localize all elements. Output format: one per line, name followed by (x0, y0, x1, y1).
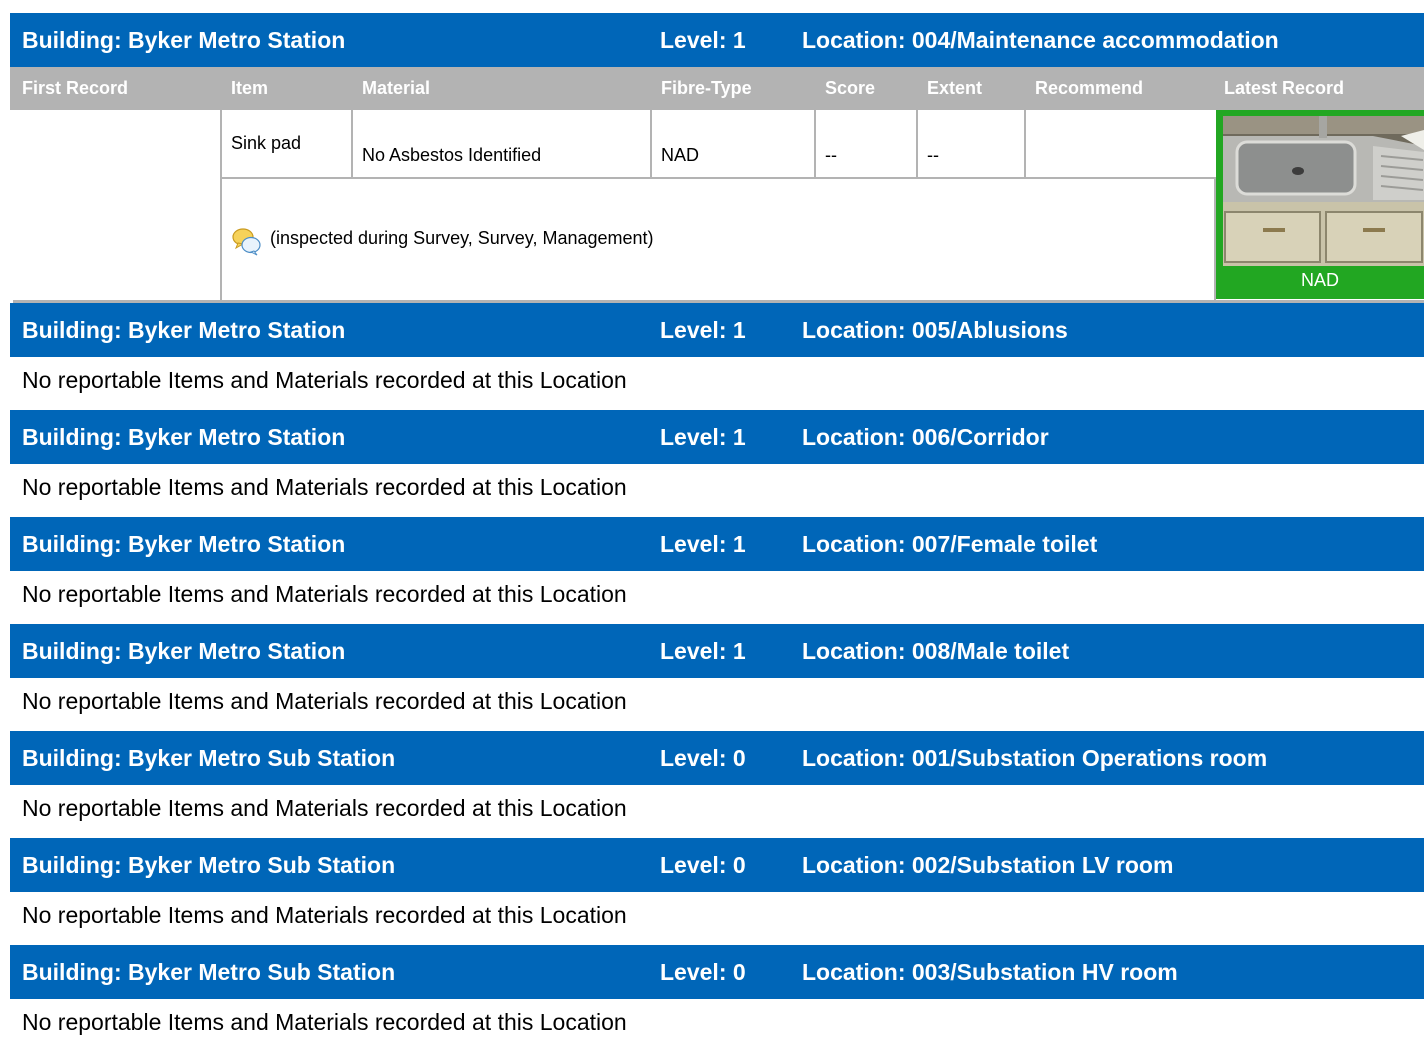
building-name: Building: Byker Metro Sub Station (22, 959, 396, 985)
empty-location-message: No reportable Items and Materials record… (10, 785, 1424, 838)
photo-status-label: NAD (1300, 270, 1339, 290)
empty-text: No reportable Items and Materials record… (22, 474, 627, 500)
empty-location-message: No reportable Items and Materials record… (10, 678, 1424, 731)
column-header-row: First Record Item Material Fibre-Type Sc… (10, 67, 1424, 110)
level-label: Level: 1 (660, 317, 746, 343)
col-fibre-type: Fibre-Type (661, 78, 752, 98)
location-header: Building: Byker Metro Station Level: 1 L… (10, 517, 1424, 571)
notes-row: (inspected during Survey, Survey, Manage… (222, 179, 1216, 303)
building-name: Building: Byker Metro Sub Station (22, 852, 396, 878)
location-label: Location: 002/Substation LV room (802, 852, 1174, 878)
col-first-record: First Record (22, 78, 129, 98)
building-name: Building: Byker Metro Station (22, 27, 346, 53)
recommend-cell (1026, 110, 1216, 177)
location-label: Location: 005/Ablusions (802, 317, 1068, 343)
table-row: Sink pad No Asbestos Identified NAD -- -… (10, 110, 1424, 303)
empty-location-message: No reportable Items and Materials record… (10, 892, 1424, 945)
col-item: Item (231, 78, 269, 98)
location-label: Location: 006/Corridor (802, 424, 1049, 450)
fibre-type-value: NAD (661, 145, 700, 165)
level-label: Level: 1 (660, 424, 746, 450)
location-label: Location: 007/Female toilet (802, 531, 1098, 557)
location-header: Building: Byker Metro Station Level: 1 L… (10, 13, 1424, 67)
building-name: Building: Byker Metro Sub Station (22, 745, 396, 771)
location-label: Location: 004/Maintenance accommodation (802, 27, 1279, 53)
empty-location-message: No reportable Items and Materials record… (10, 999, 1424, 1050)
fibre-type-cell: NAD (652, 110, 816, 177)
inspection-note: (inspected during Survey, Survey, Manage… (270, 228, 654, 248)
location-header: Building: Byker Metro Sub Station Level:… (10, 945, 1424, 999)
extent-value: -- (927, 145, 939, 165)
building-name: Building: Byker Metro Station (22, 424, 346, 450)
col-score: Score (825, 78, 876, 98)
empty-location-message: No reportable Items and Materials record… (10, 571, 1424, 624)
level-label: Level: 0 (660, 745, 746, 771)
empty-location-message: No reportable Items and Materials record… (10, 357, 1424, 410)
material-value: No Asbestos Identified (362, 145, 542, 165)
first-record-cell (13, 110, 222, 303)
location-label: Location: 003/Substation HV room (802, 959, 1178, 985)
score-value: -- (825, 145, 837, 165)
building-name: Building: Byker Metro Station (22, 531, 346, 557)
item-detail-row: Sink pad No Asbestos Identified NAD -- -… (222, 110, 1216, 179)
location-label: Location: 008/Male toilet (802, 638, 1070, 664)
extent-cell: -- (918, 110, 1026, 177)
empty-text: No reportable Items and Materials record… (22, 581, 627, 607)
item-value: Sink pad (231, 133, 302, 153)
location-header: Building: Byker Metro Sub Station Level:… (10, 731, 1424, 785)
sink-photo[interactable] (1223, 116, 1424, 266)
material-cell: No Asbestos Identified (353, 110, 652, 177)
empty-text: No reportable Items and Materials record… (22, 902, 627, 928)
item-cell: Sink pad (222, 110, 353, 177)
comment-bubbles-icon (232, 228, 261, 256)
sink-photo-image (1223, 116, 1424, 266)
col-latest-record: Latest Record (1224, 78, 1345, 98)
score-cell: -- (816, 110, 918, 177)
col-recommend: Recommend (1035, 78, 1144, 98)
latest-record-cell[interactable]: NAD (1216, 110, 1424, 299)
level-label: Level: 0 (660, 852, 746, 878)
empty-text: No reportable Items and Materials record… (22, 367, 627, 393)
empty-text: No reportable Items and Materials record… (22, 688, 627, 714)
location-header: Building: Byker Metro Station Level: 1 L… (10, 410, 1424, 464)
level-label: Level: 1 (660, 638, 746, 664)
empty-location-message: No reportable Items and Materials record… (10, 464, 1424, 517)
level-label: Level: 1 (660, 27, 746, 53)
empty-text: No reportable Items and Materials record… (22, 1009, 627, 1035)
location-header: Building: Byker Metro Sub Station Level:… (10, 838, 1424, 892)
empty-text: No reportable Items and Materials record… (22, 795, 627, 821)
level-label: Level: 1 (660, 531, 746, 557)
level-label: Level: 0 (660, 959, 746, 985)
location-header: Building: Byker Metro Station Level: 1 L… (10, 624, 1424, 678)
col-extent: Extent (927, 78, 983, 98)
building-name: Building: Byker Metro Station (22, 638, 346, 664)
col-material: Material (362, 78, 431, 98)
building-name: Building: Byker Metro Station (22, 317, 346, 343)
location-header: Building: Byker Metro Station Level: 1 L… (10, 303, 1424, 357)
survey-report: Building: Byker Metro Station Level: 1 L… (0, 0, 1424, 1050)
location-label: Location: 001/Substation Operations room (802, 745, 1268, 771)
